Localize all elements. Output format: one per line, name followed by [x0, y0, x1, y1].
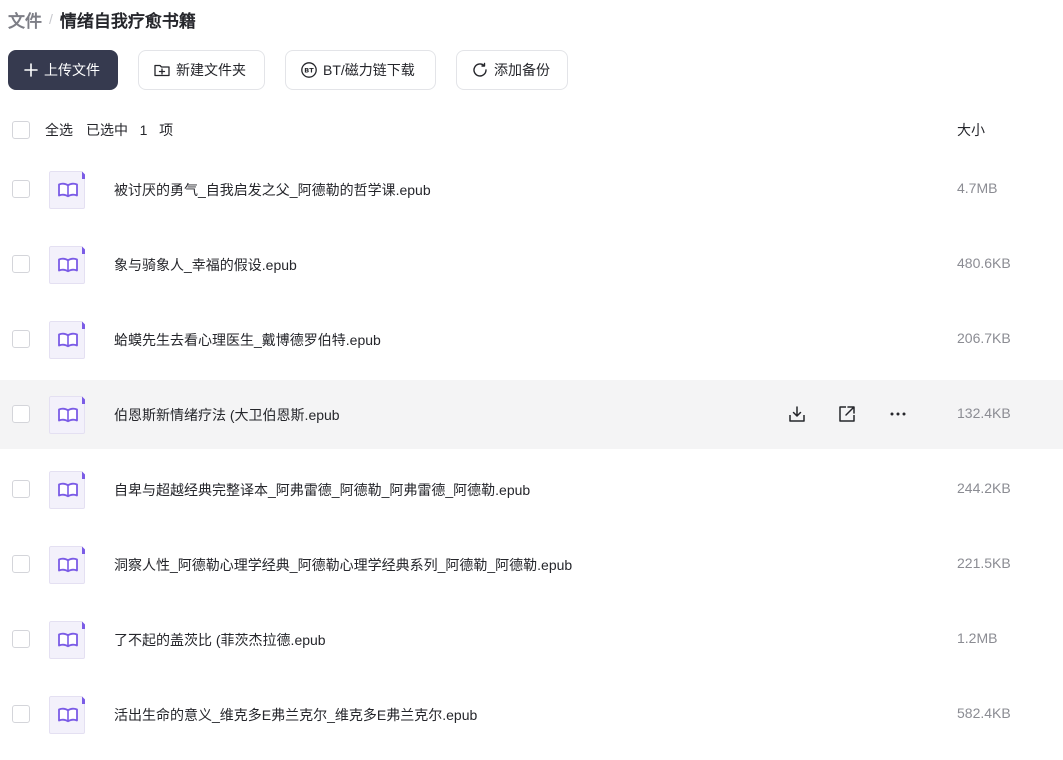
- select-all-checkbox[interactable]: [12, 121, 30, 139]
- row-checkbox[interactable]: [12, 255, 30, 273]
- new-folder-label: 新建文件夹: [176, 62, 246, 78]
- file-size: 244.2KB: [957, 480, 1011, 496]
- book-icon: [48, 245, 88, 285]
- toolbar: 上传文件 新建文件夹 BT BT/磁力链下载 添加备份: [8, 50, 568, 90]
- file-name[interactable]: 活出生命的意义_维克多E弗兰克尔_维克多E弗兰克尔.epub: [114, 705, 477, 725]
- file-row[interactable]: 活出生命的意义_维克多E弗兰克尔_维克多E弗兰克尔.epub 582.4KB: [0, 680, 1063, 749]
- file-size: 480.6KB: [957, 255, 1011, 271]
- breadcrumb-root[interactable]: 文件: [8, 7, 42, 32]
- book-icon: [48, 695, 88, 735]
- add-backup-label: 添加备份: [494, 62, 550, 78]
- file-size: 1.2MB: [957, 630, 998, 646]
- book-icon: [48, 170, 88, 210]
- file-name[interactable]: 了不起的盖茨比 (菲茨杰拉德.epub: [114, 630, 326, 650]
- book-icon: [48, 395, 88, 435]
- row-checkbox[interactable]: [12, 705, 30, 723]
- page-title: 情绪自我疗愈书籍: [59, 11, 196, 31]
- file-name[interactable]: 洞察人性_阿德勒心理学经典_阿德勒心理学经典系列_阿德勒_阿德勒.epub: [114, 555, 572, 575]
- breadcrumb: 文件 / 情绪自我疗愈书籍: [8, 7, 196, 31]
- select-all-label[interactable]: 全选: [45, 120, 73, 140]
- file-row[interactable]: 蛤蟆先生去看心理医生_戴博德罗伯特.epub 206.7KB: [0, 305, 1063, 374]
- file-row[interactable]: 象与骑象人_幸福的假设.epub 480.6KB: [0, 230, 1063, 299]
- file-row[interactable]: 被讨厌的勇气_自我启发之父_阿德勒的哲学课.epub 4.7MB: [0, 155, 1063, 224]
- bt-icon: BT: [300, 61, 318, 79]
- list-header: 全选 已选中 1 项 大小: [0, 113, 1063, 147]
- file-size: 582.4KB: [957, 705, 1011, 721]
- more-icon[interactable]: [886, 402, 910, 426]
- selected-text: 已选中: [86, 122, 128, 138]
- file-name[interactable]: 象与骑象人_幸福的假设.epub: [114, 255, 297, 275]
- row-checkbox[interactable]: [12, 480, 30, 498]
- share-icon[interactable]: [835, 402, 859, 426]
- file-name[interactable]: 自卑与超越经典完整译本_阿弗雷德_阿德勒_阿弗雷德_阿德勒.epub: [114, 480, 530, 500]
- breadcrumb-separator: /: [49, 11, 53, 27]
- upload-label: 上传文件: [44, 62, 100, 78]
- book-icon: [48, 470, 88, 510]
- selected-unit: 项: [159, 122, 174, 138]
- file-size: 221.5KB: [957, 555, 1011, 571]
- file-size: 4.7MB: [957, 180, 998, 196]
- upload-button[interactable]: 上传文件: [8, 50, 118, 90]
- file-row[interactable]: 自卑与超越经典完整译本_阿弗雷德_阿德勒_阿弗雷德_阿德勒.epub 244.2…: [0, 455, 1063, 524]
- book-icon: [48, 545, 88, 585]
- plus-icon: [23, 62, 39, 78]
- book-icon: [48, 320, 88, 360]
- book-icon: [48, 620, 88, 660]
- file-name[interactable]: 伯恩斯新情绪疗法 (大卫伯恩斯.epub: [114, 405, 340, 425]
- selected-count: 1: [139, 122, 148, 138]
- row-checkbox[interactable]: [12, 180, 30, 198]
- folder-add-icon: [153, 61, 171, 79]
- file-row[interactable]: 了不起的盖茨比 (菲茨杰拉德.epub 1.2MB: [0, 605, 1063, 674]
- row-checkbox[interactable]: [12, 405, 30, 423]
- row-checkbox[interactable]: [12, 330, 30, 348]
- selected-count-text: 已选中 1 项: [86, 120, 173, 140]
- file-name[interactable]: 被讨厌的勇气_自我启发之父_阿德勒的哲学课.epub: [114, 180, 431, 200]
- row-checkbox[interactable]: [12, 555, 30, 573]
- new-folder-button[interactable]: 新建文件夹: [138, 50, 265, 90]
- add-backup-button[interactable]: 添加备份: [456, 50, 568, 90]
- row-checkbox[interactable]: [12, 630, 30, 648]
- size-column-header[interactable]: 大小: [957, 120, 985, 140]
- file-size: 206.7KB: [957, 330, 1011, 346]
- file-row[interactable]: 洞察人性_阿德勒心理学经典_阿德勒心理学经典系列_阿德勒_阿德勒.epub 22…: [0, 530, 1063, 599]
- bt-download-button[interactable]: BT BT/磁力链下载: [285, 50, 436, 90]
- svg-text:BT: BT: [304, 67, 314, 75]
- download-icon[interactable]: [785, 402, 809, 426]
- bt-download-label: BT/磁力链下载: [323, 62, 415, 78]
- refresh-icon: [471, 61, 489, 79]
- file-size: 132.4KB: [957, 405, 1011, 421]
- file-row-hovered[interactable]: 伯恩斯新情绪疗法 (大卫伯恩斯.epub 132.4KB: [0, 380, 1063, 449]
- file-name[interactable]: 蛤蟆先生去看心理医生_戴博德罗伯特.epub: [114, 330, 381, 350]
